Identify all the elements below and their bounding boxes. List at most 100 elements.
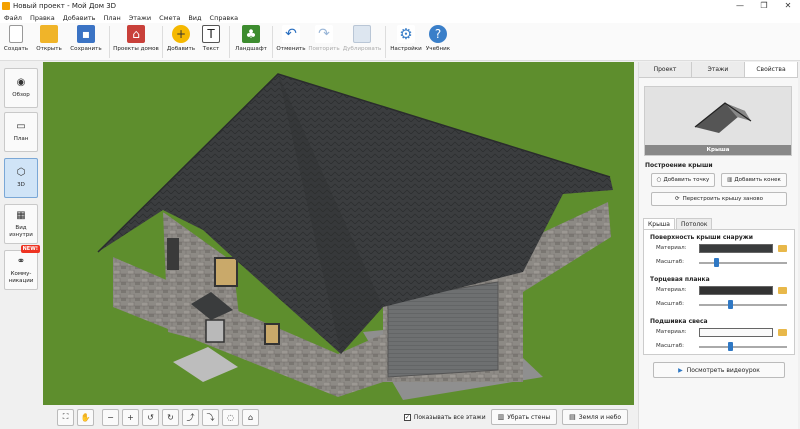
tab-project[interactable]: Проект [639, 62, 692, 77]
ground-sky-label: Земля и небо [578, 413, 621, 421]
toolbar-separator [385, 26, 386, 58]
text-button[interactable]: T Текст [196, 23, 226, 61]
soffit-material-swatch[interactable] [699, 328, 773, 337]
redo-button[interactable]: ↷ Повторить [306, 23, 342, 61]
folder-icon[interactable] [778, 287, 787, 294]
landscape-button[interactable]: ♣ Ландшафт [233, 23, 269, 61]
hand-icon[interactable]: ✋ [77, 408, 94, 426]
tab-floors[interactable]: Этажи [692, 62, 745, 77]
orbit-down-icon[interactable]: ⤵ [202, 408, 219, 426]
undo-icon: ↶ [282, 25, 300, 43]
surface-material-swatch[interactable] [699, 244, 773, 253]
menu-add[interactable]: Добавить [59, 14, 100, 22]
add-ridge-button[interactable]: ▥ Добавить конек [721, 173, 787, 187]
inside-view-button[interactable]: ▦ Вид изнутри [4, 204, 38, 244]
title-bar: Новый проект - Мой Дом 3D — ❐ ✕ [0, 0, 800, 12]
minimize-button[interactable]: — [728, 0, 752, 12]
ground-sky-button[interactable]: ▤ Земля и небо [562, 409, 628, 425]
save-label: Сохранить [70, 46, 102, 52]
surface-scale-slider[interactable] [699, 258, 787, 267]
show-all-floors-checkbox[interactable]: ✓ Показывать все этажи [403, 413, 486, 421]
maximize-button[interactable]: ❐ [752, 0, 776, 12]
new-file-icon [9, 25, 23, 43]
walls-icon: ▥ [497, 413, 505, 421]
fascia-scale-slider[interactable] [699, 300, 787, 309]
soffit-scale-slider[interactable] [699, 342, 787, 351]
redo-icon: ↷ [315, 25, 333, 43]
projects-button[interactable]: ⌂ Проекты домов [113, 23, 159, 61]
create-button[interactable]: Создать [0, 23, 32, 61]
slider-knob[interactable] [713, 258, 719, 267]
window [214, 257, 238, 287]
3d-viewport[interactable] [43, 62, 634, 405]
settings-button[interactable]: ⚙ Настройки [389, 23, 423, 61]
menu-help[interactable]: Справка [206, 14, 243, 22]
material-label: Материал: [656, 329, 687, 335]
overview-button[interactable]: ◉ Обзор [4, 68, 38, 108]
rotate-left-icon[interactable]: ↺ [142, 408, 159, 426]
overview-label: Обзор [12, 92, 30, 99]
folder-icon[interactable] [778, 329, 787, 336]
material-label: Материал: [656, 245, 687, 251]
add-label: Добавить [166, 46, 196, 52]
light-bulb-icon[interactable]: ◌ [222, 408, 239, 426]
slider-knob[interactable] [728, 300, 734, 309]
soffit-heading: Подшивка свеса [650, 318, 708, 325]
window [167, 238, 179, 270]
menu-edit[interactable]: Правка [26, 14, 59, 22]
help-icon: ? [429, 25, 447, 43]
remove-walls-button[interactable]: ▥ Убрать стены [490, 409, 558, 425]
menu-file[interactable]: Файл [0, 14, 26, 22]
walk-icon[interactable]: ⛶ [57, 408, 74, 426]
refresh-icon: ⟳ [675, 196, 680, 202]
folder-icon[interactable] [778, 245, 787, 252]
window-title: Новый проект - Мой Дом 3D [13, 2, 117, 10]
zoom-out-icon[interactable]: − [102, 408, 119, 426]
plus-icon: + [172, 25, 190, 43]
rebuild-roof-label: Перестроить крышу заново [682, 196, 763, 202]
duplicate-button[interactable]: Дублировать [342, 23, 382, 61]
toolbar-separator [272, 26, 273, 58]
menu-floors[interactable]: Этажи [125, 14, 155, 22]
menu-plan[interactable]: План [99, 14, 124, 22]
view-3d-button[interactable]: ⬡ 3D [4, 158, 38, 198]
plan-label: План [13, 136, 29, 143]
fascia-heading: Торцевая планка [650, 276, 710, 283]
orbit-up-icon[interactable]: ⤴ [182, 408, 199, 426]
plan-button[interactable]: ▭ План [4, 112, 38, 152]
text-icon: T [202, 25, 220, 43]
tutorial-button[interactable]: ? Учебник [423, 23, 453, 61]
rotate-right-icon[interactable]: ↻ [162, 408, 179, 426]
settings-label: Настройки [390, 46, 422, 52]
toolbar-separator [162, 26, 163, 58]
tutorial-label: Учебник [425, 46, 451, 52]
zoom-in-icon[interactable]: + [122, 408, 139, 426]
open-button[interactable]: Открыть [32, 23, 66, 61]
fascia-material-swatch[interactable] [699, 286, 773, 295]
close-button[interactable]: ✕ [776, 0, 800, 12]
rebuild-roof-button[interactable]: ⟳ Перестроить крышу заново [651, 192, 787, 206]
add-button[interactable]: + Добавить [166, 23, 196, 61]
watch-video-label: Посмотреть видеоурок [686, 366, 760, 374]
new-badge: NEW! [20, 245, 40, 253]
inside-view-label: Вид изнутри [9, 224, 33, 238]
slider-knob[interactable] [728, 342, 734, 351]
watch-video-button[interactable]: ▶ Посмотреть видеоурок [653, 362, 785, 378]
create-label: Создать [3, 46, 29, 52]
tab-properties[interactable]: Свойства [745, 62, 798, 77]
save-button[interactable]: ▪ Сохранить [66, 23, 106, 61]
communications-button[interactable]: NEW! ⚭ Комму-никации [4, 245, 40, 290]
menu-estimate[interactable]: Смета [155, 14, 184, 22]
menu-view[interactable]: Вид [184, 14, 205, 22]
ridge-icon: ▥ [727, 177, 733, 183]
scale-label: Масштаб: [656, 259, 684, 265]
add-point-button[interactable]: ○ Добавить точку [651, 173, 715, 187]
preview-caption: Крыша [645, 145, 791, 155]
toolbar-separator [109, 26, 110, 58]
undo-button[interactable]: ↶ Отменить [276, 23, 306, 61]
checkbox-box[interactable]: ✓ [403, 413, 411, 421]
tree-icon: ♣ [242, 25, 260, 43]
landscape-icon: ▤ [569, 413, 576, 421]
viewport-toolbar: ⛶ ✋ − + ↺ ↻ ⤴ ⤵ ◌ ⌂ ✓ Показывать все эта… [43, 405, 634, 429]
home-icon[interactable]: ⌂ [242, 408, 259, 426]
